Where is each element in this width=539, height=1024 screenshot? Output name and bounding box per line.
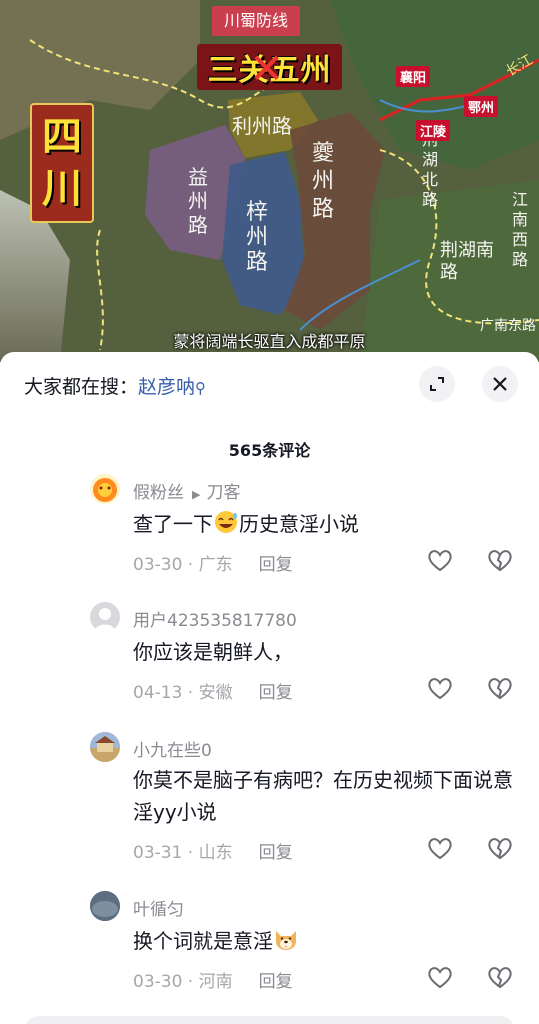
like-heart-icon[interactable] <box>426 546 454 574</box>
video-subtitle: 蒙将阔端长驱直入成都平原 <box>173 332 366 351</box>
region-label-jinghunan: 荆湖南路 <box>440 240 494 283</box>
dislike-broken-heart-icon[interactable] <box>486 963 514 991</box>
comment-meta: 03-31 · 山东 回复 <box>133 843 293 863</box>
reply-button[interactable]: 回复 <box>259 683 293 703</box>
comment-date: 03-31 <box>133 843 183 863</box>
avatar[interactable] <box>90 732 120 762</box>
reply-button[interactable]: 回复 <box>259 843 293 863</box>
cross-mark-icon: ✕ <box>249 44 286 93</box>
comment-meta: 04-13 · 安徽 回复 <box>133 683 293 703</box>
comment-meta: 03-30 · 广东 回复 <box>133 555 293 575</box>
expand-button[interactable] <box>419 366 455 402</box>
comment-item: 叶循匀 换个词就是意淫 03-30 · 河南 回复 <box>0 887 539 997</box>
comment-input-bar[interactable] <box>24 1016 515 1024</box>
reply-button[interactable]: 回复 <box>259 555 293 575</box>
comment-count: 565条评论 <box>228 441 311 460</box>
trending-search-keyword[interactable]: 赵彦呐 <box>138 376 195 398</box>
comment-date: 03-30 <box>133 972 183 992</box>
avatar[interactable] <box>90 602 120 632</box>
video-title-tag: 川蜀防线 <box>212 6 300 36</box>
comment-date: 04-13 <box>133 683 183 703</box>
comment-location: 安徽 <box>198 683 233 703</box>
like-heart-icon[interactable] <box>426 963 454 991</box>
city-jiangling: 江陵 <box>416 120 451 141</box>
avatar[interactable] <box>90 474 120 504</box>
laugh-sweat-emoji-icon <box>215 511 237 533</box>
comment-item: 假粉丝 ▶ 刀客 查了一下 历史意淫小说 03-30 · 广东 回复 <box>0 470 539 580</box>
search-icon: ⚲ <box>195 379 207 397</box>
region-label-jinghubei: 荆湖北路 <box>422 130 439 209</box>
comment-location: 广东 <box>198 555 233 575</box>
close-button[interactable] <box>482 366 518 402</box>
region-label-yizhou: 益州路 <box>188 165 208 237</box>
comment-item: 用户423535817780 你应该是朝鲜人， 04-13 · 安徽 回复 <box>0 598 539 708</box>
video-frame[interactable]: 川蜀防线 三关五州 ✕ 四 川 利州路 益州路 梓州路 夔州路 荆湖北路 荆湖南… <box>0 0 539 362</box>
comment-meta: 03-30 · 河南 回复 <box>133 972 293 992</box>
region-label-lizhou: 利州路 <box>232 114 292 138</box>
comment-text: 查了一下 历史意淫小说 <box>133 511 359 536</box>
comment-sheet: 大家都在搜：赵彦呐⚲ 565条评论 假粉丝 ▶ 刀客 查了一下 历史意淫小说 03-3… <box>0 352 539 1024</box>
region-label-kuizhou: 夔州路 <box>312 141 335 222</box>
like-heart-icon[interactable] <box>426 674 454 702</box>
reply-to-username: 刀客 <box>206 483 241 503</box>
comment-username[interactable]: 假粉丝 ▶ 刀客 <box>133 478 240 503</box>
city-ezhou: 鄂州 <box>464 96 499 117</box>
comment-date: 03-30 <box>133 555 183 575</box>
close-icon <box>493 377 507 391</box>
comment-text: 你莫不是脑子有病吧？在历史视频下面说意淫yy小说 <box>133 768 513 824</box>
comment-text: 你应该是朝鲜人， <box>133 640 293 664</box>
trending-search-prefix: 大家都在搜： <box>24 376 139 398</box>
like-heart-icon[interactable] <box>426 834 454 862</box>
dog-emoji-icon <box>276 931 296 950</box>
dislike-broken-heart-icon[interactable] <box>486 546 514 574</box>
comment-item: 小九在些0 你莫不是脑子有病吧？在历史视频下面说意淫yy小说 03-31 · 山… <box>0 728 539 868</box>
comment-username[interactable]: 小九在些0 <box>133 736 212 761</box>
video-banner: 三关五州 ✕ <box>197 44 342 93</box>
trending-search[interactable]: 大家都在搜：赵彦呐⚲ <box>24 372 206 399</box>
avatar[interactable] <box>90 891 120 921</box>
dislike-broken-heart-icon[interactable] <box>486 674 514 702</box>
region-label-jiangnanxi: 江南西路 <box>512 190 529 269</box>
comment-text: 换个词就是意淫 <box>133 925 523 957</box>
sichuan-title: 四 川 <box>30 103 94 223</box>
dislike-broken-heart-icon[interactable] <box>486 834 514 862</box>
region-label-zizhou: 梓州路 <box>246 200 269 275</box>
reply-arrow-icon: ▶ <box>192 488 201 501</box>
city-xiangyang: 襄阳 <box>396 66 431 87</box>
reply-button[interactable]: 回复 <box>259 972 293 992</box>
comment-username[interactable]: 用户423535817780 <box>133 606 297 631</box>
comment-location: 山东 <box>198 843 233 863</box>
comment-username[interactable]: 叶循匀 <box>133 895 184 920</box>
comment-location: 河南 <box>198 972 233 992</box>
expand-icon <box>430 377 444 391</box>
